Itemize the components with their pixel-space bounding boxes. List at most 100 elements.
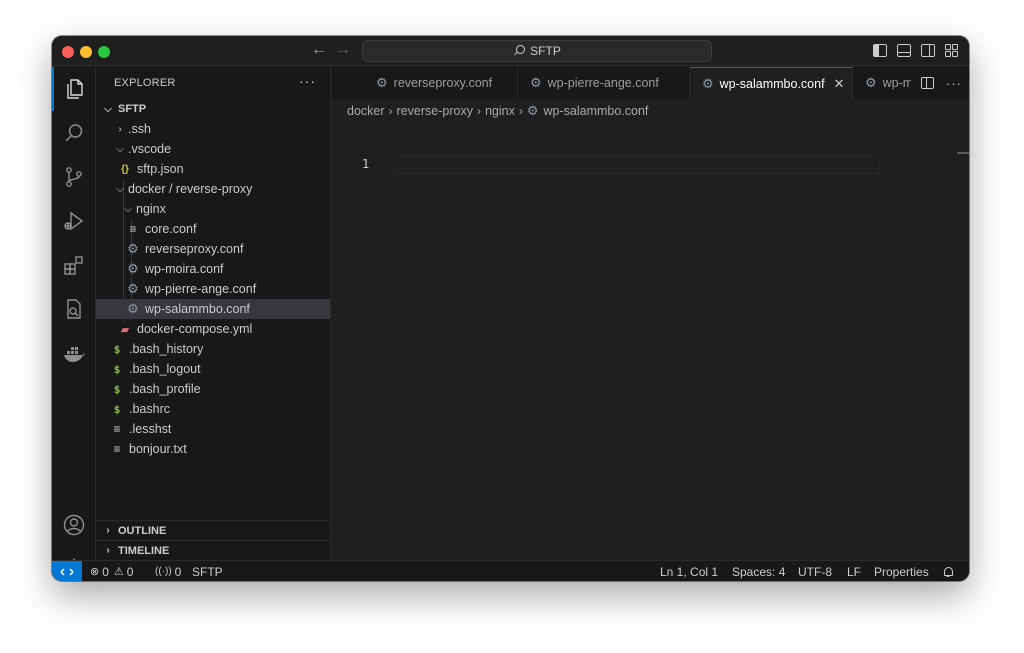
tree-item-lesshst[interactable]: ≡ .lesshst: [96, 419, 330, 439]
editor-tab-bar: ⚙ reverseproxy.conf ⚙ wp-pierre-ange.con…: [332, 67, 969, 100]
tree-item-label: docker / reverse-proxy: [128, 182, 253, 196]
config-gear-icon: ⚙: [526, 103, 539, 118]
tree-root-sftp[interactable]: ⌵ SFTP: [96, 99, 330, 119]
breadcrumb-item[interactable]: wp-salammbo.conf: [544, 104, 649, 118]
back-arrow-icon[interactable]: ←: [311, 41, 327, 59]
cursor-position[interactable]: Ln 1, Col 1: [660, 561, 718, 581]
title-bar: ← → SFTP: [52, 36, 969, 66]
run-debug-icon[interactable]: [52, 199, 96, 243]
forward-arrow-icon[interactable]: →: [335, 41, 351, 59]
notifications-bell-icon[interactable]: [943, 561, 954, 581]
tab-label: reverseproxy.conf: [393, 76, 493, 90]
outline-section-header[interactable]: › OUTLINE: [96, 520, 330, 540]
toggle-secondary-sidebar-icon[interactable]: [921, 44, 935, 57]
files-icon[interactable]: [52, 67, 96, 111]
tree-item-bonjour-txt[interactable]: ≡ bonjour.txt: [96, 439, 330, 459]
command-center-search[interactable]: SFTP: [362, 40, 712, 62]
config-gear-icon: ⚙: [702, 76, 714, 91]
language-mode-indicator[interactable]: Properties: [874, 561, 929, 581]
breadcrumb-item[interactable]: reverse-proxy: [397, 104, 473, 118]
tree-item-wp-pierre-ange-conf[interactable]: ⚙ wp-pierre-ange.conf: [96, 279, 330, 299]
status-bar: ⊗ 0 ⚠ 0 ((·)) 0 SFTP Ln 1, Col 1 Spaces:…: [52, 560, 969, 581]
tree-item-ssh[interactable]: › .ssh: [96, 119, 330, 139]
tree-item-label: .bashrc: [129, 402, 170, 416]
tree-item-nginx[interactable]: ⌵ nginx: [96, 199, 330, 219]
split-editor-icon[interactable]: [921, 77, 934, 89]
config-gear-icon: ⚙: [376, 75, 388, 90]
sftp-status[interactable]: SFTP: [192, 561, 223, 581]
tree-item-label: .lesshst: [129, 422, 172, 436]
chevron-right-icon: ›: [118, 123, 122, 135]
explorer-title: EXPLORER: [114, 77, 176, 89]
source-control-icon[interactable]: [52, 155, 96, 199]
tab-wp-salammbo-conf[interactable]: ⚙ wp-salammbo.conf ✕: [690, 67, 853, 100]
text-file-icon: ≡: [113, 442, 121, 456]
chevron-right-icon: ›: [106, 525, 110, 536]
config-gear-icon: ⚙: [865, 75, 877, 90]
extensions-icon[interactable]: [52, 243, 96, 287]
eol-indicator[interactable]: LF: [847, 561, 861, 581]
timeline-section-header[interactable]: › TIMELINE: [96, 540, 330, 560]
tree-item-wp-salammbo-conf[interactable]: ⚙ wp-salammbo.conf: [96, 299, 330, 319]
json-file-icon: {}: [121, 163, 129, 175]
tree-item-label: .bash_profile: [129, 382, 201, 396]
explorer-more-actions-icon[interactable]: ···: [299, 74, 316, 88]
tab-label: wp-m: [882, 76, 914, 90]
tree-item-bash-history[interactable]: $ .bash_history: [96, 339, 330, 359]
tab-wp-m[interactable]: ⚙ wp-m: [853, 67, 915, 99]
search-icon[interactable]: [52, 111, 96, 155]
tree-item-label: nginx: [136, 202, 166, 216]
toggle-panel-icon[interactable]: [897, 44, 911, 57]
text-file-icon: ≡: [113, 422, 121, 436]
config-gear-icon: ⚙: [127, 261, 139, 276]
tab-reverseproxy-conf[interactable]: ⚙ reverseproxy.conf: [332, 67, 518, 99]
tree-item-core-conf[interactable]: ≡ core.conf: [96, 219, 330, 239]
config-gear-icon: ⚙: [127, 301, 139, 316]
editor-more-actions-icon[interactable]: ···: [946, 76, 962, 91]
remote-explorer-icon[interactable]: [52, 287, 96, 331]
breadcrumb-item[interactable]: docker: [347, 104, 385, 118]
ports-indicator[interactable]: ((·)) 0: [155, 561, 181, 581]
indentation-indicator[interactable]: Spaces: 4: [732, 561, 785, 581]
tree-item-label: wp-pierre-ange.conf: [145, 282, 257, 296]
tab-label: wp-pierre-ange.conf: [547, 76, 659, 90]
outline-label: OUTLINE: [118, 524, 167, 537]
tab-wp-pierre-ange-conf[interactable]: ⚙ wp-pierre-ange.conf: [518, 67, 690, 99]
problems-indicator[interactable]: ⊗ 0 ⚠ 0: [90, 561, 133, 581]
tree-item-vscode[interactable]: ⌵ .vscode: [96, 139, 330, 159]
tree-item-bash-profile[interactable]: $ .bash_profile: [96, 379, 330, 399]
encoding-indicator[interactable]: UTF-8: [798, 561, 832, 581]
customize-layout-icon[interactable]: [945, 44, 959, 57]
text-file-icon: ≡: [129, 222, 137, 236]
tree-item-docker-reverse-proxy[interactable]: ⌵ docker / reverse-proxy: [96, 179, 330, 199]
maximize-window-button[interactable]: [98, 46, 110, 58]
toggle-primary-sidebar-icon[interactable]: [873, 44, 887, 57]
tree-item-sftp-json[interactable]: {} sftp.json: [96, 159, 330, 179]
tree-item-wp-moira-conf[interactable]: ⚙ wp-moira.conf: [96, 259, 330, 279]
tree-item-bash-logout[interactable]: $ .bash_logout: [96, 359, 330, 379]
tree-item-label: .bash_history: [129, 342, 204, 356]
chevron-right-icon: ›: [518, 104, 523, 118]
minimize-window-button[interactable]: [80, 46, 92, 58]
timeline-label: TIMELINE: [118, 544, 170, 557]
tree-item-label: wp-salammbo.conf: [145, 302, 250, 316]
ports-count: 0: [174, 564, 182, 579]
tab-label: wp-salammbo.conf: [719, 77, 825, 91]
tree-item-bashrc[interactable]: $ .bashrc: [96, 399, 330, 419]
config-gear-icon: ⚙: [530, 75, 542, 90]
warning-icon: ⚠: [113, 566, 124, 578]
tree-item-docker-compose[interactable]: ▰ docker-compose.yml: [96, 319, 330, 339]
editor-text-area[interactable]: [394, 156, 880, 174]
chevron-right-icon: ›: [388, 104, 393, 118]
search-icon: [513, 45, 526, 57]
docker-icon[interactable]: [52, 331, 96, 375]
scrollbar-slider[interactable]: [957, 152, 969, 154]
close-tab-icon[interactable]: ✕: [834, 76, 845, 92]
account-icon[interactable]: [52, 503, 96, 547]
chevron-down-icon: ⌵: [124, 203, 132, 215]
explorer-sidebar: EXPLORER ··· ⌵ SFTP › .ssh ⌵ .vscode {} …: [96, 67, 331, 560]
remote-indicator-icon[interactable]: [52, 561, 82, 581]
breadcrumb-item[interactable]: nginx: [485, 104, 515, 118]
close-window-button[interactable]: [62, 46, 74, 58]
tree-item-reverseproxy-conf[interactable]: ⚙ reverseproxy.conf: [96, 239, 330, 259]
